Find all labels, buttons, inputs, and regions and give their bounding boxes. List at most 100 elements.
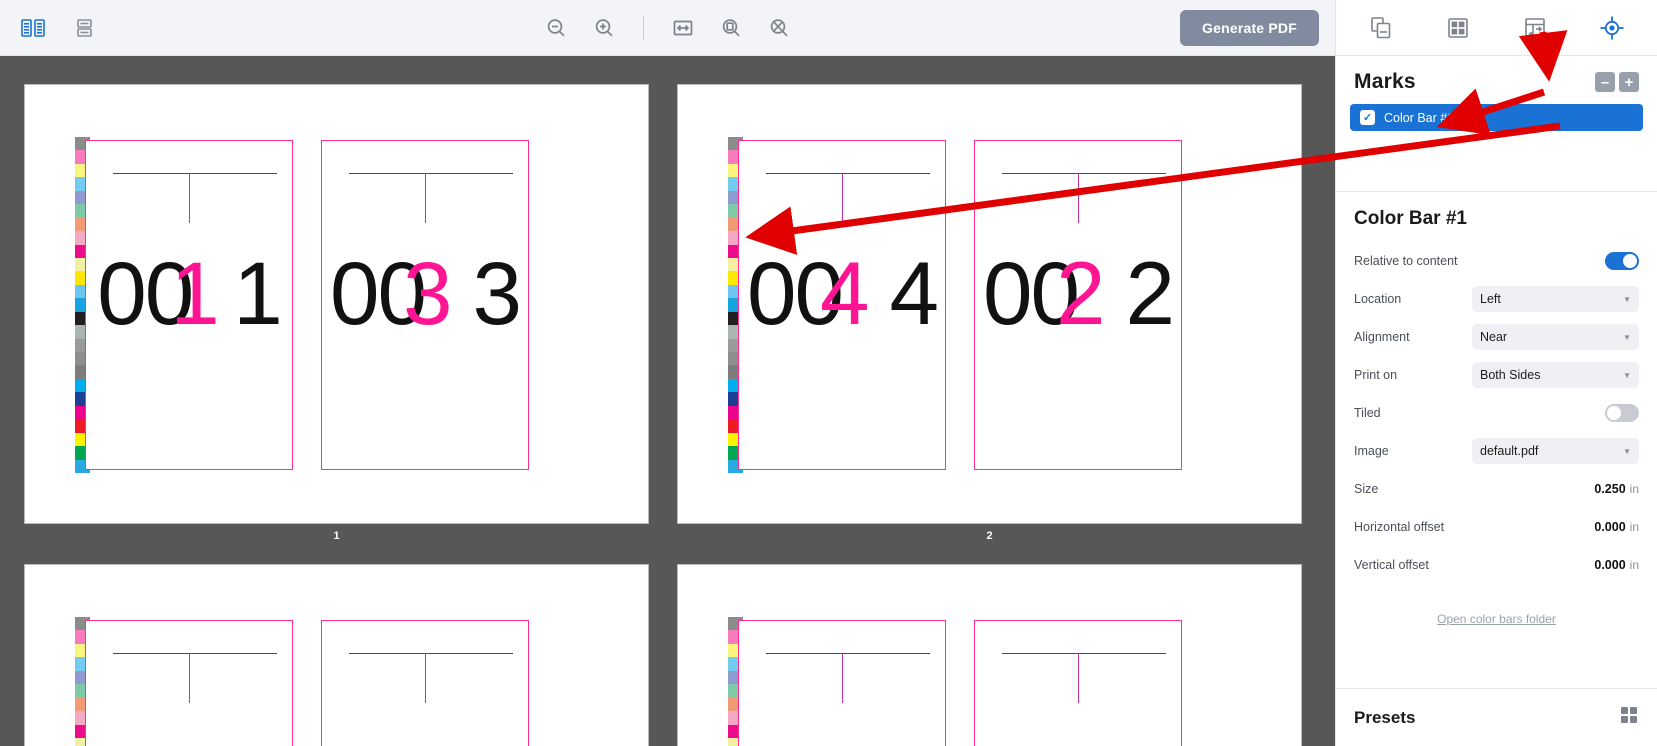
page-number-artwork: 001 1 [86, 249, 292, 338]
page-rule-horizontal [113, 173, 277, 174]
imposed-page[interactable]: 003 3 [321, 140, 529, 470]
sheet-item[interactable]: 004 4 002 2 2 [677, 84, 1302, 542]
sheet-number-label: 1 [333, 530, 340, 542]
sheet-item[interactable]: 001 1 003 3 1 [24, 84, 649, 542]
inspector-panel: Marks – + ✓ Color Bar #1 Color Bar #1 Re… [1335, 0, 1657, 746]
presets-grid-icon[interactable] [1619, 705, 1639, 730]
page-rule-horizontal [349, 653, 513, 654]
imposed-page[interactable]: 004 4 [738, 140, 946, 470]
print-on-select[interactable]: Both Sides ▼ [1472, 362, 1639, 388]
imposed-page[interactable] [85, 620, 293, 746]
sheets-canvas[interactable]: 001 1 003 3 1 004 4 002 2 2 [0, 56, 1335, 746]
zoom-out-icon[interactable] [541, 13, 571, 43]
property-relative-to-content: Relative to content [1354, 242, 1639, 280]
sheet-viewer: Generate PDF 001 1 003 3 1 004 4 002 2 2 [0, 0, 1335, 746]
page-number-highlight: 4 [820, 243, 869, 343]
tab-marks[interactable] [1589, 8, 1635, 48]
imposed-page[interactable] [738, 620, 946, 746]
mark-enabled-checkbox[interactable]: ✓ [1360, 110, 1375, 125]
property-horizontal-offset: Horizontal offset 0.000 in [1354, 508, 1639, 546]
size-value[interactable]: 0.250 [1594, 482, 1625, 496]
property-location: Location Left ▼ [1354, 280, 1639, 318]
zoom-in-icon[interactable] [589, 13, 619, 43]
page-rule-horizontal [766, 173, 930, 174]
fit-width-icon[interactable] [668, 13, 698, 43]
sheet-item[interactable] [24, 564, 649, 746]
property-vertical-offset: Vertical offset 0.000 in [1354, 546, 1639, 584]
imposed-page[interactable]: 001 1 [85, 140, 293, 470]
actual-size-icon[interactable] [764, 13, 794, 43]
property-label: Image [1354, 444, 1389, 458]
page-rule-horizontal [1002, 653, 1166, 654]
spread-view-icon[interactable] [18, 13, 48, 43]
mark-list-item-color-bar-1[interactable]: ✓ Color Bar #1 [1350, 104, 1643, 131]
property-label: Horizontal offset [1354, 520, 1445, 534]
page-rule-vertical [842, 173, 843, 223]
page-number-suffix: 4 [889, 243, 939, 343]
chevron-down-icon: ▼ [1623, 446, 1631, 456]
property-label: Tiled [1354, 406, 1381, 420]
horizontal-offset-unit: in [1629, 520, 1639, 534]
imposed-page[interactable]: 002 2 [974, 140, 1182, 470]
sheet-view-icon[interactable] [70, 13, 100, 43]
location-select[interactable]: Left ▼ [1472, 286, 1639, 312]
property-label: Vertical offset [1354, 558, 1429, 572]
alignment-value: Near [1480, 330, 1508, 344]
page-number-highlight: 2 [1056, 243, 1105, 343]
page-number-artwork: 003 3 [322, 249, 528, 338]
vertical-offset-value[interactable]: 0.000 [1594, 558, 1625, 572]
page-number-highlight: 1 [170, 243, 213, 343]
add-mark-button[interactable]: + [1619, 72, 1639, 92]
tab-pages[interactable] [1358, 8, 1404, 48]
tab-imposition[interactable] [1512, 8, 1558, 48]
print-on-value: Both Sides [1480, 368, 1541, 382]
horizontal-offset-value[interactable]: 0.000 [1594, 520, 1625, 534]
marks-title: Marks [1354, 70, 1416, 93]
property-label: Alignment [1354, 330, 1410, 344]
page-number-suffix: 3 [472, 243, 522, 343]
sheet-item[interactable] [677, 564, 1302, 746]
sheet-surface[interactable]: 001 1 003 3 [24, 84, 649, 524]
property-label: Location [1354, 292, 1402, 306]
tab-layout[interactable] [1435, 8, 1481, 48]
generate-pdf-button[interactable]: Generate PDF [1180, 9, 1319, 46]
sheet-surface[interactable] [24, 564, 649, 746]
page-number-suffix: 2 [1125, 243, 1175, 343]
page-rule-horizontal [1002, 173, 1166, 174]
toolbar-right-group: Generate PDF [1180, 9, 1335, 46]
property-print-on: Print on Both Sides ▼ [1354, 356, 1639, 394]
location-value: Left [1480, 292, 1501, 306]
sheet-surface[interactable]: 004 4 002 2 [677, 84, 1302, 524]
open-color-bars-folder-link[interactable]: Open color bars folder [1437, 612, 1556, 626]
image-select[interactable]: default.pdf ▼ [1472, 438, 1639, 464]
page-rule-horizontal [766, 653, 930, 654]
presets-title: Presets [1354, 707, 1416, 727]
imposed-page[interactable] [321, 620, 529, 746]
page-rule-horizontal [349, 173, 513, 174]
property-label: Print on [1354, 368, 1398, 382]
imposed-page[interactable] [974, 620, 1182, 746]
size-unit: in [1629, 482, 1639, 496]
panel-footer: Presets [1336, 688, 1657, 746]
top-toolbar: Generate PDF [0, 0, 1335, 56]
toggle-knob [1607, 406, 1621, 420]
relative-to-content-toggle[interactable] [1605, 252, 1639, 270]
mark-properties: Color Bar #1 Relative to content Locatio… [1336, 192, 1657, 628]
vertical-offset-unit: in [1629, 558, 1639, 572]
page-rule-vertical [842, 653, 843, 703]
sheet-surface[interactable] [677, 564, 1302, 746]
chevron-down-icon: ▼ [1623, 332, 1631, 342]
fit-page-icon[interactable] [716, 13, 746, 43]
page-number-artwork: 004 4 [739, 249, 945, 338]
imposition-app: Generate PDF 001 1 003 3 1 004 4 002 2 2… [0, 0, 1657, 746]
page-rule-horizontal [113, 653, 277, 654]
sheet-pages: 004 4 002 2 [738, 140, 1182, 470]
page-rule-vertical [189, 653, 190, 703]
toggle-knob [1623, 254, 1637, 268]
tiled-toggle[interactable] [1605, 404, 1639, 422]
inspector-tabs [1336, 0, 1657, 56]
alignment-select[interactable]: Near ▼ [1472, 324, 1639, 350]
sheet-row: 001 1 003 3 1 004 4 002 2 2 [0, 84, 1335, 542]
remove-mark-button[interactable]: – [1595, 72, 1615, 92]
property-image: Image default.pdf ▼ [1354, 432, 1639, 470]
